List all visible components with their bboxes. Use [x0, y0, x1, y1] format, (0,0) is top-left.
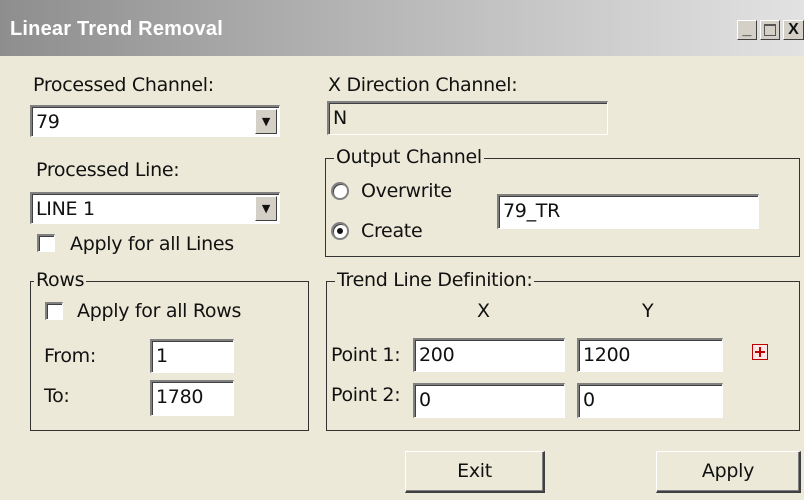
- rows-from-label: From:: [44, 345, 96, 367]
- exit-button[interactable]: Exit: [405, 451, 545, 493]
- overwrite-label: Overwrite: [361, 180, 452, 202]
- processed-channel-dropdown[interactable]: 79 ▼: [30, 105, 280, 137]
- maximize-button[interactable]: [760, 20, 780, 40]
- crosshair-pick-icon[interactable]: [752, 344, 768, 360]
- minimize-icon: _: [742, 21, 752, 38]
- apply-button[interactable]: Apply: [656, 451, 801, 493]
- dropdown-arrow-button[interactable]: ▼: [255, 196, 277, 221]
- point2-x-value: 0: [419, 389, 431, 411]
- x-column-header: X: [477, 300, 490, 322]
- point1-x-input[interactable]: 200: [413, 338, 565, 372]
- dropdown-arrow-button[interactable]: ▼: [255, 109, 277, 134]
- rows-from-value: 1: [156, 345, 168, 367]
- minimize-button[interactable]: _: [737, 20, 757, 40]
- rows-to-input[interactable]: 1780: [150, 380, 234, 416]
- output-channel-name-value: 79_TR: [503, 200, 560, 222]
- point1-y-input[interactable]: 1200: [577, 338, 723, 372]
- overwrite-radio[interactable]: [331, 182, 349, 200]
- y-column-header: Y: [642, 300, 654, 322]
- linear-trend-removal-dialog: Linear Trend Removal _ X Processed Chann…: [0, 0, 804, 500]
- create-radio[interactable]: [331, 222, 349, 240]
- apply-all-rows-label: Apply for all Rows: [77, 300, 242, 322]
- rows-from-input[interactable]: 1: [150, 339, 234, 373]
- point2-y-value: 0: [583, 389, 595, 411]
- chevron-down-icon: ▼: [261, 115, 271, 128]
- apply-all-lines-checkbox[interactable]: [37, 234, 55, 252]
- apply-all-rows-checkbox[interactable]: [45, 302, 63, 320]
- apply-all-lines-label: Apply for all Lines: [70, 233, 234, 255]
- title-bar[interactable]: Linear Trend Removal _ X: [0, 0, 804, 56]
- point2-label: Point 2:: [331, 384, 401, 406]
- rows-to-label: To:: [44, 385, 70, 407]
- output-channel-name-input[interactable]: 79_TR: [497, 194, 759, 229]
- x-direction-channel-label: X Direction Channel:: [328, 74, 518, 96]
- chevron-down-icon: ▼: [261, 202, 271, 215]
- processed-line-dropdown[interactable]: LINE 1 ▼: [30, 192, 280, 224]
- window-title: Linear Trend Removal: [10, 18, 223, 40]
- x-direction-channel-field[interactable]: N: [327, 101, 608, 135]
- point2-y-input[interactable]: 0: [577, 383, 723, 418]
- processed-channel-label: Processed Channel:: [33, 74, 214, 96]
- maximize-icon: [764, 24, 776, 36]
- point1-y-value: 1200: [583, 344, 631, 366]
- point1-label: Point 1:: [331, 344, 401, 366]
- close-button[interactable]: X: [783, 20, 804, 40]
- trend-line-definition-title: Trend Line Definition:: [335, 269, 535, 291]
- processed-line-label: Processed Line:: [36, 159, 180, 181]
- processed-line-value: LINE 1: [36, 198, 95, 220]
- point2-x-input[interactable]: 0: [413, 383, 565, 418]
- x-direction-channel-value: N: [333, 107, 347, 129]
- create-label: Create: [361, 220, 423, 242]
- processed-channel-value: 79: [36, 111, 60, 133]
- output-channel-group-title: Output Channel: [334, 146, 484, 168]
- close-icon: X: [788, 21, 799, 38]
- point1-x-value: 200: [419, 344, 455, 366]
- rows-to-value: 1780: [156, 386, 204, 408]
- rows-group-title: Rows: [34, 269, 87, 291]
